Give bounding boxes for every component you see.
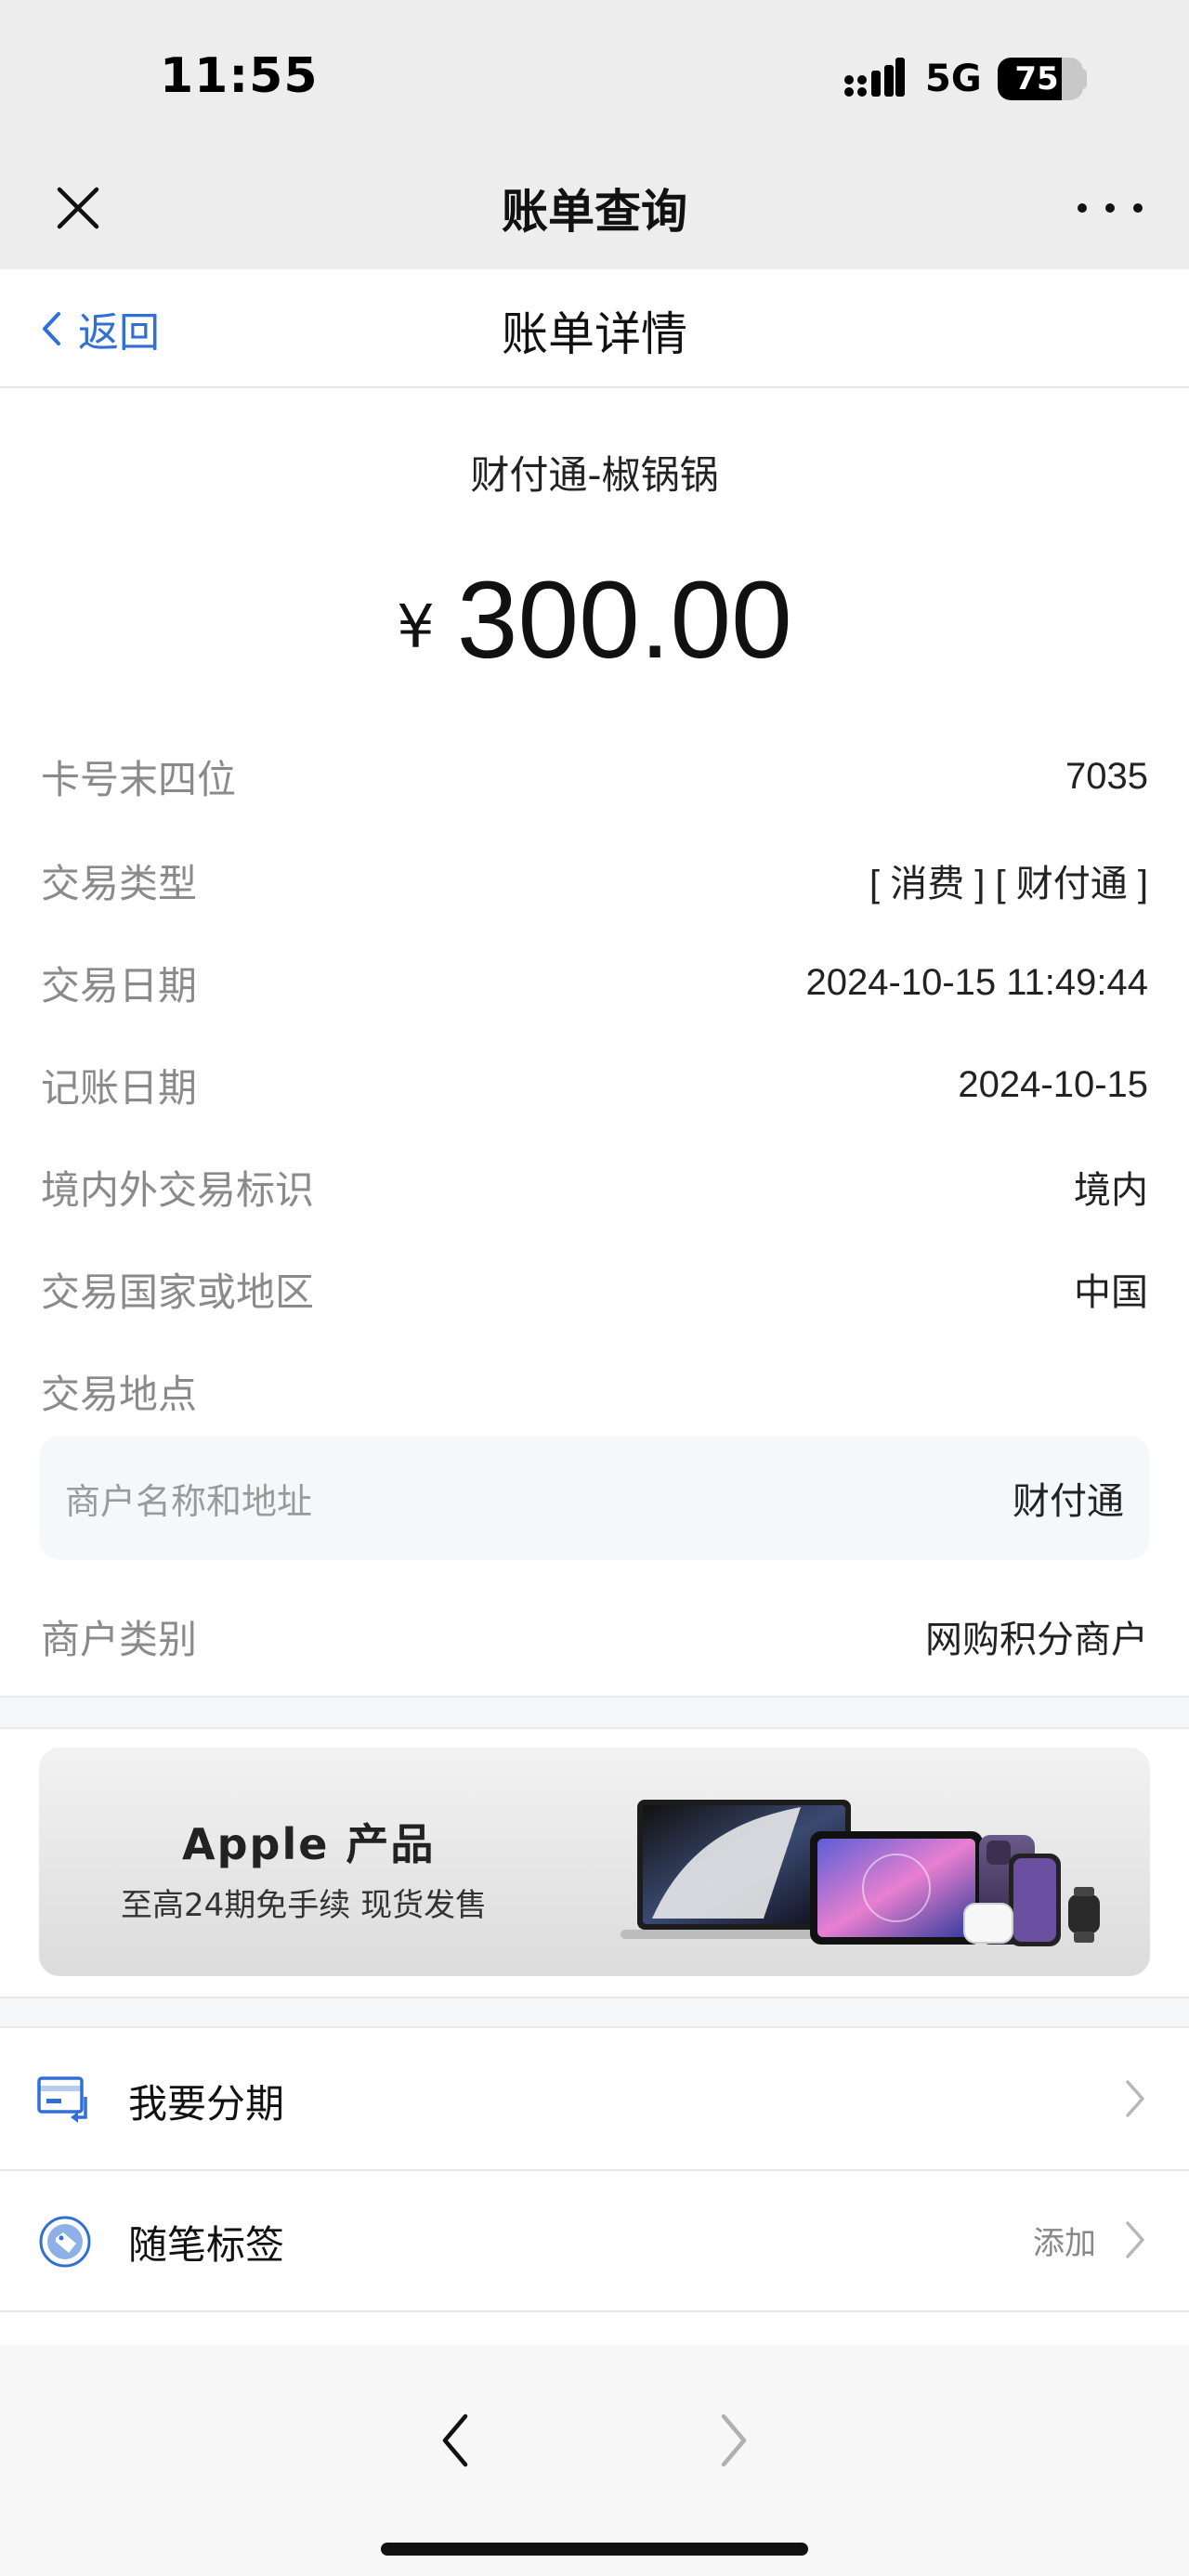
apple-promo-banner[interactable]: Apple 产品 至高24期免手续 现货发售 (39, 1748, 1150, 1976)
battery-icon: 75 (998, 58, 1083, 100)
more-dots-icon (1078, 203, 1087, 213)
chevron-left-icon (43, 312, 60, 345)
detail-row-txn-type: 交易类型 [ 消费 ] [ 财付通 ] (41, 852, 1148, 908)
detail-value: [ 消费 ] [ 财付通 ] (869, 864, 1148, 904)
section-divider (0, 1997, 1189, 2028)
detail-label: 交易地点 (41, 1371, 198, 1417)
browser-back-button[interactable] (427, 2407, 483, 2474)
detail-label: 交易日期 (41, 962, 198, 1008)
installment-row[interactable]: 我要分期 (0, 2030, 1189, 2169)
page-title: 账单详情 (502, 307, 687, 361)
detail-row-post-date: 记账日期 2024-10-15 (41, 1057, 1148, 1112)
tag-label: 随笔标签 (128, 2222, 285, 2268)
banner-subtitle: 至高24期免手续 现货发售 (121, 1887, 488, 1924)
section-divider (0, 1696, 1189, 1729)
detail-value: 2024-10-15 (958, 1063, 1148, 1105)
battery-level: 75 (1014, 60, 1059, 98)
detail-label: 交易类型 (41, 860, 198, 906)
currency-symbol: ¥ (397, 593, 435, 662)
detail-value: 网购积分商户 (925, 1620, 1148, 1660)
merchant-address-box: 商户名称和地址 财付通 (39, 1436, 1150, 1560)
close-button[interactable] (46, 176, 110, 240)
battery-tip (1079, 69, 1087, 89)
merchant-name: 财付通-椒锅锅 (470, 452, 719, 498)
page-nav: 返回 账单详情 (0, 269, 1189, 388)
detail-label: 记账日期 (41, 1064, 198, 1111)
detail-row-merchant-category: 商户类别 网购积分商户 (41, 1608, 1148, 1664)
back-button[interactable]: 返回 (41, 295, 160, 362)
detail-row-domestic: 境内外交易标识 境内 (41, 1159, 1148, 1215)
status-time: 11:55 (160, 48, 319, 104)
home-indicator (381, 2543, 808, 2556)
detail-value: 2024-10-15 11:49:44 (805, 961, 1148, 1003)
chevron-right-icon (721, 2413, 747, 2467)
detail-row-txn-date: 交易日期 2024-10-15 11:49:44 (41, 955, 1148, 1010)
row-divider (0, 2310, 1189, 2312)
detail-value: 7035 (1065, 755, 1148, 797)
detail-value: 中国 (1074, 1272, 1148, 1313)
detail-row-country: 交易国家或地区 中国 (41, 1261, 1148, 1317)
merchant-address-label: 商户名称和地址 (65, 1480, 313, 1522)
close-icon (57, 187, 99, 229)
chevron-right-icon (1126, 2221, 1144, 2258)
detail-row-location: 交易地点 (41, 1363, 1148, 1419)
merchant-address-value: 财付通 (1013, 1480, 1124, 1523)
browser-toolbar (0, 2346, 1189, 2576)
detail-label: 商户类别 (41, 1616, 198, 1662)
installment-label: 我要分期 (128, 2081, 285, 2127)
apple-devices-image (621, 1800, 1100, 1946)
detail-row-card: 卡号末四位 7035 (41, 748, 1148, 804)
back-label: 返回 (78, 309, 160, 357)
chevron-right-icon (1126, 2080, 1144, 2117)
tag-add-label[interactable]: 添加 (1033, 2218, 1096, 2263)
amount: ¥300.00 (0, 557, 1189, 683)
wechat-title: 账单查询 (502, 185, 687, 239)
detail-label: 卡号末四位 (41, 756, 237, 802)
chevron-left-icon (442, 2413, 468, 2467)
network-type: 5G (925, 58, 982, 100)
tag-row[interactable]: 随笔标签 添加 (0, 2171, 1189, 2310)
cellular-signal-icon (844, 58, 905, 97)
detail-label: 交易国家或地区 (41, 1268, 315, 1315)
detail-value: 境内 (1074, 1170, 1148, 1211)
more-button[interactable] (1078, 189, 1143, 227)
installment-card-icon (37, 2076, 87, 2123)
top-bar: 11:55 5G 75 账单查询 (0, 0, 1189, 269)
banner-title: Apple 产品 (182, 1819, 436, 1869)
tag-icon (39, 2216, 91, 2268)
amount-value: 300.00 (456, 559, 792, 682)
detail-label: 境内外交易标识 (41, 1166, 315, 1213)
browser-forward-button[interactable] (706, 2407, 762, 2474)
